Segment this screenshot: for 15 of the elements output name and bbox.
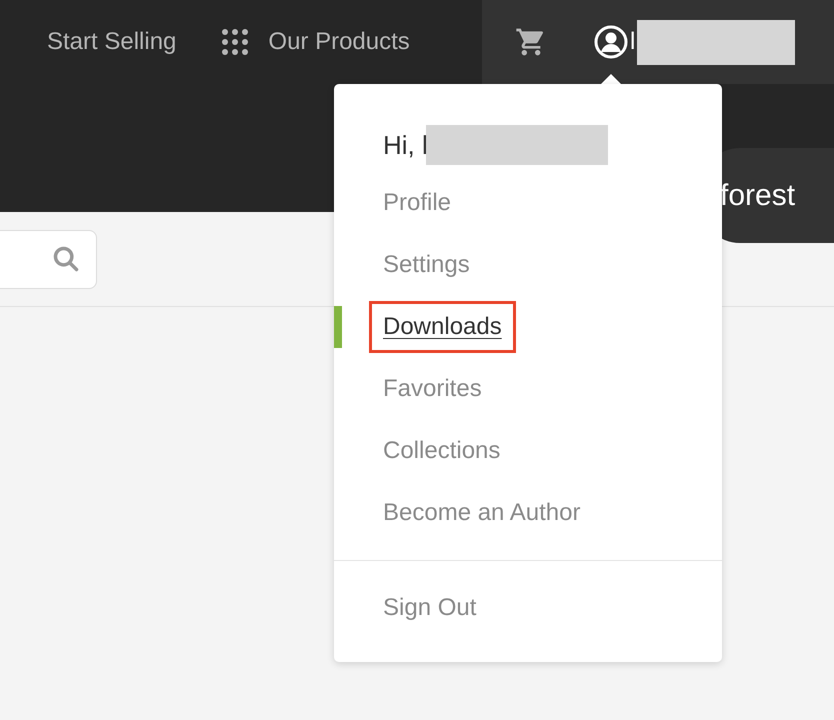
- menu-link[interactable]: Become an Author: [383, 501, 580, 525]
- menu-link[interactable]: Profile: [383, 191, 452, 215]
- menu-link[interactable]: Settings: [383, 253, 470, 277]
- menu-link[interactable]: Sign Out: [383, 596, 476, 620]
- user-name[interactable]: l: [630, 24, 636, 60]
- nav-link[interactable]: Start Selling: [47, 24, 176, 60]
- search-field[interactable]: [0, 230, 97, 288]
- greeting: Hi, l: [383, 128, 428, 162]
- search-icon: [52, 245, 80, 273]
- menu-link[interactable]: Downloads: [369, 301, 516, 353]
- nav-link[interactable]: Our Products: [222, 24, 410, 60]
- menu-link[interactable]: Favorites: [383, 377, 482, 401]
- menu-link[interactable]: Collections: [383, 439, 500, 463]
- grid-icon: [222, 29, 248, 55]
- user-avatar-icon[interactable]: [594, 25, 628, 59]
